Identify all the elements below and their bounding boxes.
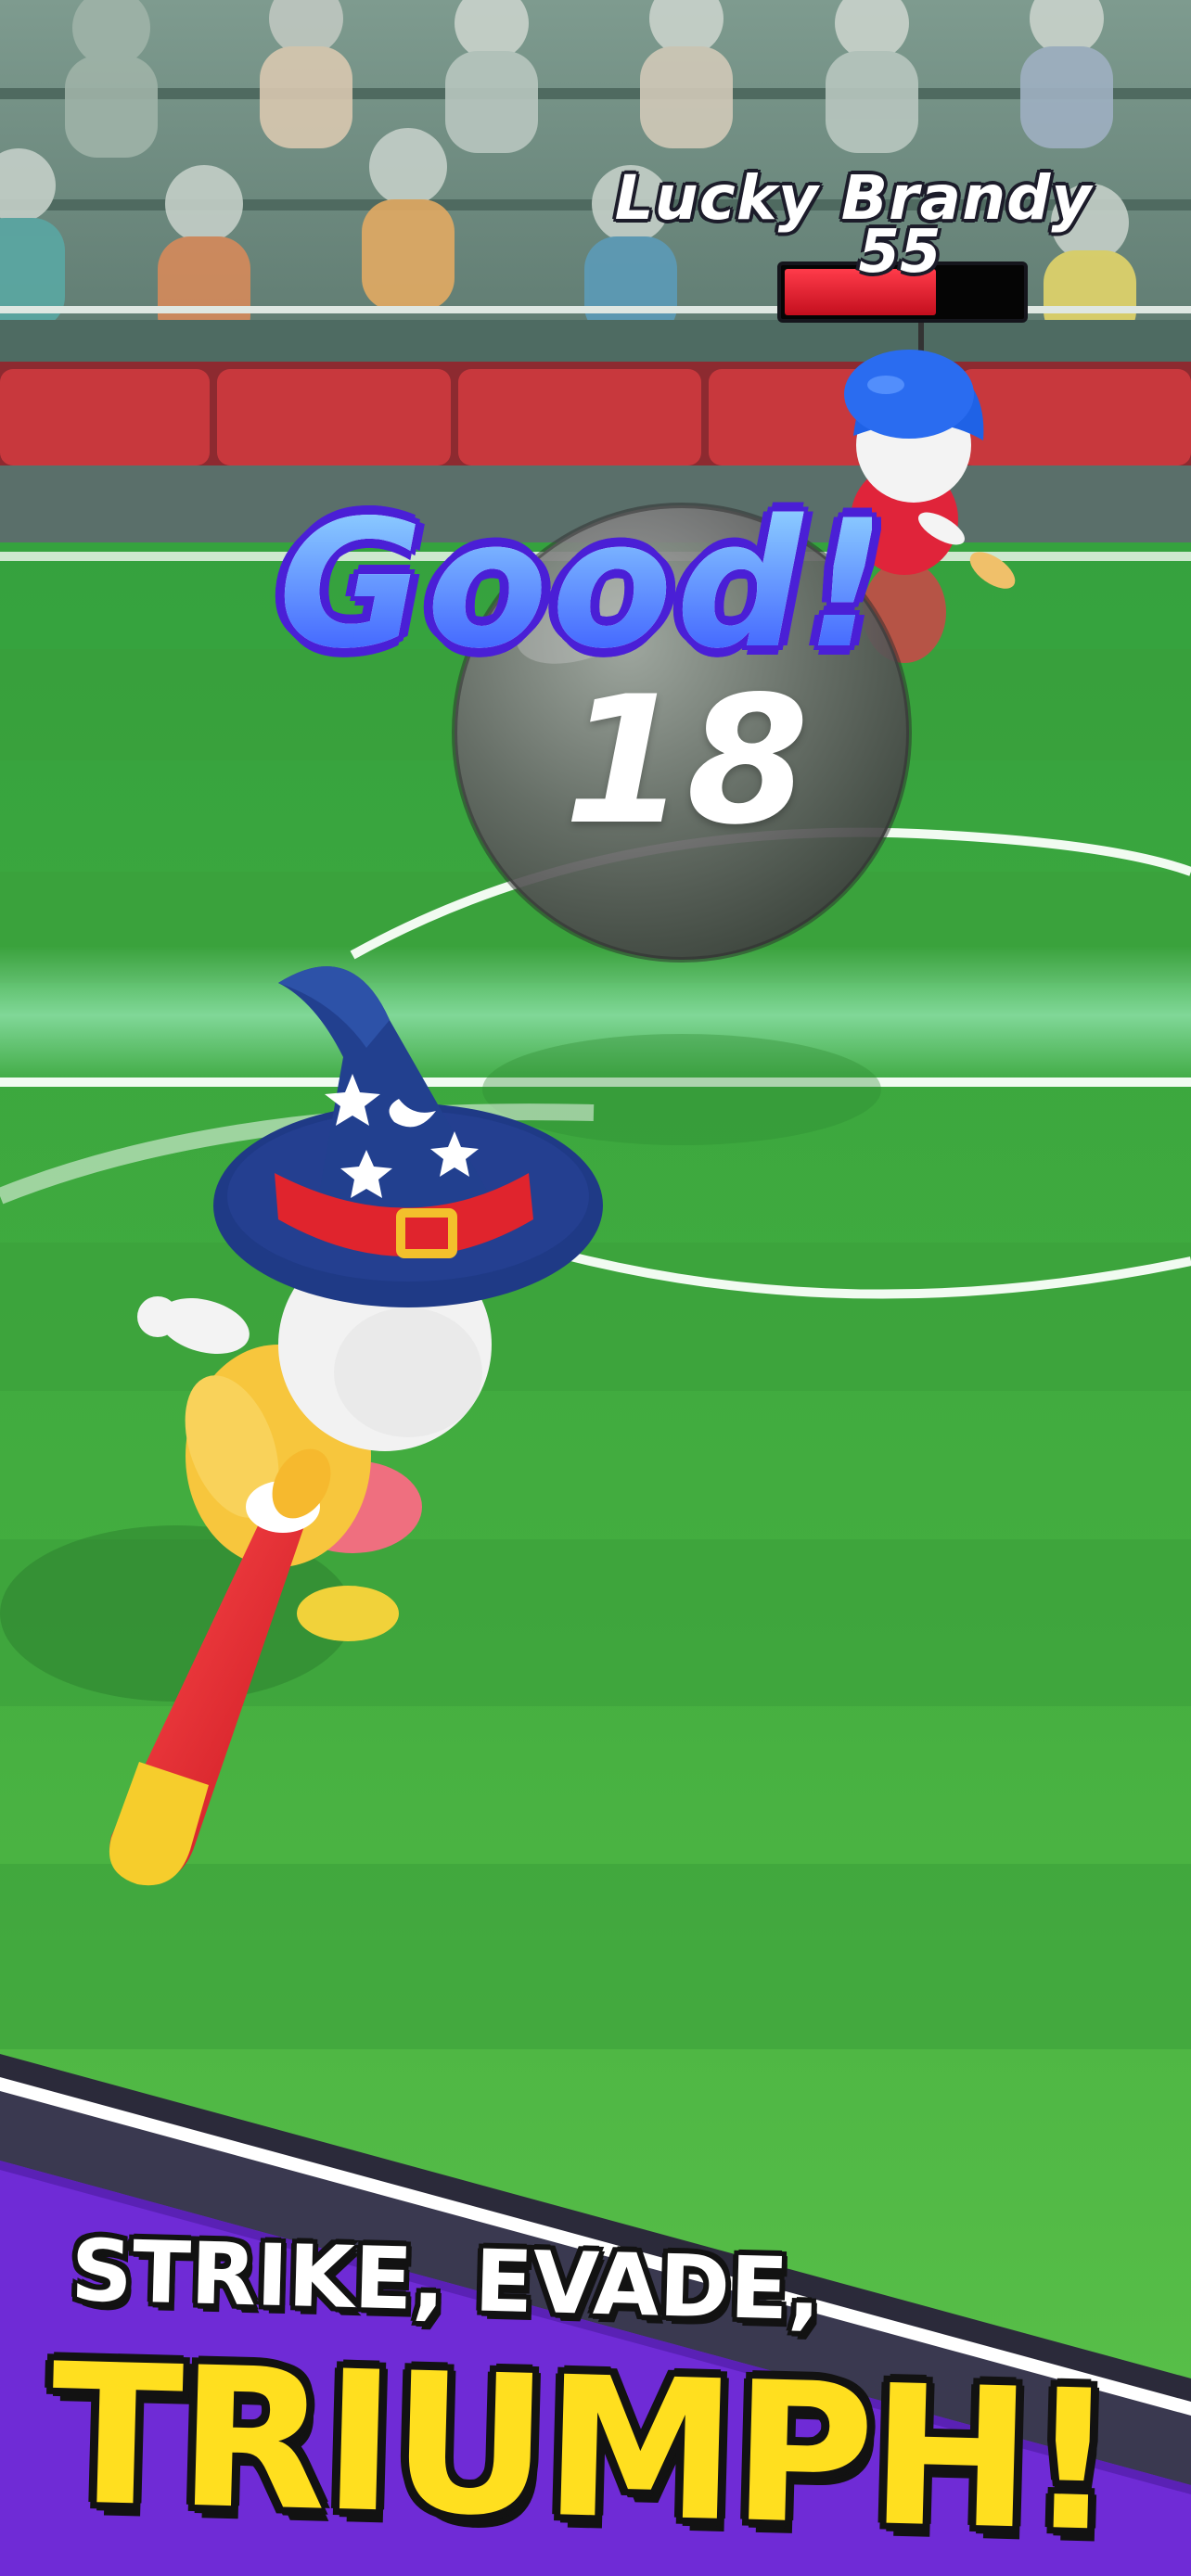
hit-rating-text: Good! — [278, 482, 890, 687]
opponent-health-value: 55 — [858, 218, 941, 287]
ball-number: 18 — [563, 658, 810, 863]
banner-tagline: STRIKE, EVADE, — [70, 2221, 823, 2340]
banner-headline: TRIUMPH! — [47, 2323, 1116, 2575]
game-scene[interactable] — [0, 0, 1191, 2576]
